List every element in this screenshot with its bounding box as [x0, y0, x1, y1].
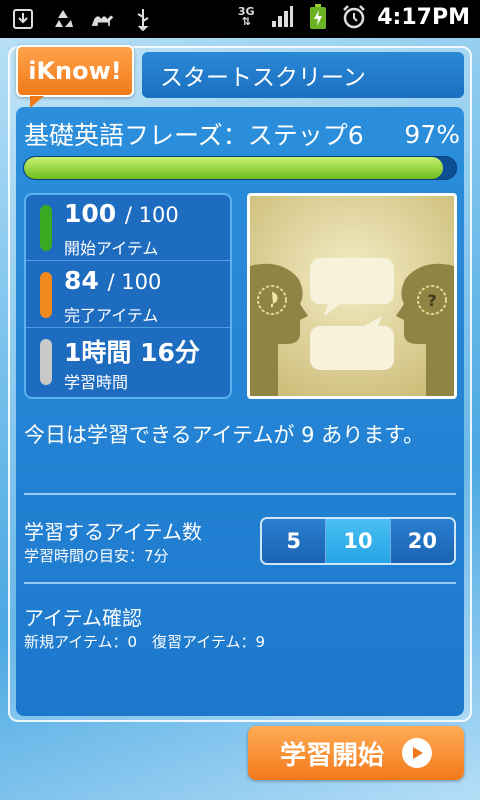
- divider: [24, 493, 456, 495]
- camel-icon: [90, 6, 116, 32]
- count-option-10[interactable]: 10: [326, 519, 391, 563]
- stat-color-bar: [40, 339, 52, 385]
- stat-count: 100: [64, 199, 117, 228]
- stat-completed-items: 84 / 100 完了アイテム: [26, 262, 230, 328]
- stat-value: 1時間 16分: [64, 333, 200, 369]
- signal-icon: [269, 4, 295, 30]
- screen-title: スタートスクリーン: [142, 52, 464, 98]
- stat-total: / 100: [107, 270, 162, 294]
- download-icon: [10, 6, 36, 32]
- usb-icon: [130, 6, 156, 32]
- stat-count: 1時間 16分: [64, 338, 200, 367]
- stat-count: 84: [64, 266, 99, 295]
- status-bar: 3G ⇅ 4:17PM: [0, 0, 480, 38]
- start-study-button[interactable]: 学習開始: [248, 726, 464, 780]
- iknow-logo: iKnow!: [16, 45, 134, 97]
- stat-started-items: 100 / 100 開始アイテム: [26, 195, 230, 261]
- recycle-icon: [50, 6, 76, 32]
- course-header: 基礎英語フレーズ：ステップ6 97%: [24, 117, 460, 151]
- today-message: 今日は学習できるアイテムが 9 あります。: [24, 423, 425, 447]
- stat-total: / 100: [124, 203, 179, 227]
- course-progress-bar: [23, 156, 457, 180]
- item-count-selector: 5 10 20: [260, 517, 456, 565]
- item-check-label[interactable]: アイテム確認: [24, 602, 142, 631]
- stat-value: 84 / 100: [64, 266, 161, 295]
- divider: [24, 582, 456, 584]
- screen-title-text: スタートスクリーン: [160, 65, 366, 91]
- study-count-label: 学習するアイテム数: [24, 520, 202, 544]
- stat-color-bar: [40, 272, 52, 318]
- network-3g-icon: 3G ⇅: [237, 5, 255, 28]
- course-percent: 97%: [404, 119, 460, 149]
- course-title: 基礎英語フレーズ：ステップ6: [24, 121, 364, 150]
- stat-color-bar: [40, 205, 52, 251]
- logo-tail: [30, 96, 44, 108]
- clock-time: 4:17PM: [377, 4, 470, 30]
- study-time-estimate: 学習時間の目安：7分: [24, 547, 169, 565]
- stat-study-time: 1時間 16分 学習時間: [26, 329, 230, 395]
- count-option-5[interactable]: 5: [262, 519, 327, 563]
- stat-label: 完了アイテム: [64, 306, 159, 325]
- stat-label: 開始アイテム: [64, 239, 159, 258]
- stat-value: 100 / 100: [64, 199, 179, 228]
- progress-fill: [24, 157, 444, 179]
- stats-box: 100 / 100 開始アイテム 84 / 100 完了アイテム 1時間 16分…: [24, 193, 232, 399]
- svg-text:?: ?: [427, 291, 436, 310]
- stat-label: 学習時間: [64, 373, 129, 392]
- start-study-label: 学習開始: [279, 740, 384, 771]
- alarm-icon: [341, 4, 367, 30]
- course-illustration: ?: [247, 193, 457, 399]
- battery-charging-icon: [305, 4, 331, 30]
- play-icon: [402, 738, 432, 768]
- item-check-detail: 新規アイテム：0 復習アイテム：9: [24, 633, 266, 651]
- count-option-20[interactable]: 20: [390, 519, 454, 563]
